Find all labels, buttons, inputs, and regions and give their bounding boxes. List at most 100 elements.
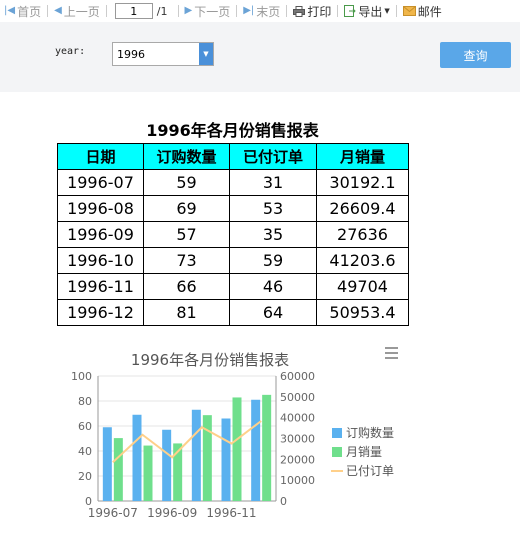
bar-orders — [251, 399, 261, 501]
x-tick-label: 1996-07 — [88, 506, 138, 520]
table-row: 1996-09 57 35 27636 — [57, 221, 409, 248]
print-label: 打印 — [307, 4, 332, 19]
column-header-sales: 月销量 — [316, 143, 409, 170]
chart-menu-icon[interactable] — [385, 347, 398, 362]
chart-title: 1996年各月份销售报表 — [131, 351, 289, 369]
chevron-down-icon: ▼ — [384, 7, 390, 15]
query-button[interactable]: 查询 — [440, 42, 511, 68]
y-tick-left: 40 — [78, 445, 92, 458]
year-select-value: 1996 — [117, 48, 145, 61]
table-row: 1996-07 59 31 30192.1 — [57, 169, 409, 196]
y-tick-left: 80 — [78, 395, 92, 408]
bar-orders — [132, 414, 142, 501]
report-toolbar: |◀ 首页 ◀ 上一页 /1 ▶ 下一页 ▶| 末页 打印 导出 ▼ — [0, 0, 520, 22]
table-cell: 50953.4 — [316, 299, 409, 326]
toolbar-divider — [286, 5, 288, 17]
next-page-button[interactable]: ▶ 下一页 — [181, 3, 235, 20]
last-page-label: 末页 — [256, 4, 281, 19]
page-total: /1 — [156, 4, 168, 18]
bar-sales — [143, 445, 153, 501]
print-button[interactable]: 打印 — [289, 3, 335, 20]
table-cell: 49704 — [316, 273, 409, 300]
year-label: year: — [55, 46, 86, 57]
report-title: 1996年各月份销售报表 — [146, 121, 319, 140]
y-tick-left: 100 — [71, 370, 92, 383]
y-tick-right: 20000 — [280, 453, 315, 466]
table-cell: 27636 — [316, 221, 409, 248]
table-cell: 73 — [143, 247, 230, 274]
table-cell: 1996-12 — [57, 299, 144, 326]
bar-sales — [232, 397, 242, 501]
table-cell: 46 — [229, 273, 317, 300]
column-header-paid: 已付订单 — [229, 143, 317, 170]
parameter-panel: year: 1996 ▼ 查询 — [0, 22, 520, 92]
table-cell: 1996-10 — [57, 247, 144, 274]
y-tick-right: 0 — [280, 495, 287, 508]
column-header-date: 日期 — [57, 143, 144, 170]
first-page-button[interactable]: |◀ 首页 — [0, 3, 45, 20]
bar-sales — [113, 438, 123, 501]
table-cell: 31 — [229, 169, 317, 196]
bar-sales — [262, 394, 272, 501]
table-cell: 66 — [143, 273, 230, 300]
bar-orders — [102, 427, 112, 501]
mail-button[interactable]: 邮件 — [399, 3, 446, 20]
table-cell: 30192.1 — [316, 169, 409, 196]
mail-icon — [402, 6, 416, 16]
y-tick-right: 10000 — [280, 474, 315, 487]
legend-label: 订购数量 — [346, 425, 394, 440]
table-cell: 64 — [229, 299, 317, 326]
y-tick-right: 40000 — [280, 412, 315, 425]
year-select[interactable]: 1996 ▼ — [112, 42, 214, 66]
bar-orders — [162, 429, 172, 501]
table-cell: 1996-07 — [57, 169, 144, 196]
table-cell: 1996-08 — [57, 195, 144, 222]
legend-swatch — [332, 447, 342, 457]
table-cell: 57 — [143, 221, 230, 248]
chevron-down-icon[interactable]: ▼ — [199, 43, 213, 65]
table-row: 1996-10 73 59 41203.6 — [57, 247, 409, 274]
table-row: 1996-11 66 46 49704 — [57, 273, 409, 300]
toolbar-divider — [337, 5, 339, 17]
page-number-input[interactable] — [114, 3, 153, 19]
prev-page-label: 上一页 — [63, 4, 100, 19]
table-cell: 59 — [143, 169, 230, 196]
y-tick-left: 60 — [78, 420, 92, 433]
export-button[interactable]: 导出 ▼ — [340, 3, 393, 20]
print-icon — [293, 5, 306, 17]
sales-chart: 1996年各月份销售报表0204060801000100002000030000… — [71, 351, 394, 520]
x-tick-label: 1996-09 — [147, 506, 197, 520]
next-page-icon: ▶ — [184, 5, 193, 16]
bar-orders — [191, 409, 201, 501]
export-label: 导出 — [358, 4, 383, 19]
table-cell: 35 — [229, 221, 317, 248]
bar-orders — [221, 418, 231, 501]
table-row: 1996-12 81 64 50953.4 — [57, 299, 409, 326]
export-icon — [344, 5, 357, 17]
next-page-label: 下一页 — [194, 4, 231, 19]
y-tick-left: 20 — [78, 470, 92, 483]
y-tick-right: 30000 — [280, 433, 315, 446]
y-tick-right: 50000 — [280, 391, 315, 404]
legend-label: 月销量 — [346, 445, 382, 459]
first-page-label: 首页 — [17, 4, 42, 19]
y-tick-right: 60000 — [280, 370, 315, 383]
prev-page-icon: ◀ — [54, 5, 62, 16]
legend-swatch — [332, 428, 342, 438]
column-header-orders: 订购数量 — [143, 143, 230, 170]
table-row: 1996-08 69 53 26609.4 — [57, 195, 409, 222]
last-page-icon: ▶| — [243, 5, 255, 16]
toolbar-divider — [236, 5, 238, 17]
prev-page-button[interactable]: ◀ 上一页 — [50, 3, 104, 20]
first-page-icon: |◀ — [4, 5, 16, 16]
mail-label: 邮件 — [417, 4, 442, 19]
table-cell: 41203.6 — [316, 247, 409, 274]
table-cell: 53 — [229, 195, 317, 222]
table-cell: 1996-09 — [57, 221, 144, 248]
toolbar-divider — [177, 5, 179, 17]
legend-label: 已付订单 — [346, 464, 394, 478]
toolbar-divider — [105, 5, 107, 17]
toolbar-divider — [47, 5, 49, 17]
last-page-button[interactable]: ▶| 末页 — [239, 3, 284, 20]
table-header-row: 日期 订购数量 已付订单 月销量 — [57, 143, 409, 170]
